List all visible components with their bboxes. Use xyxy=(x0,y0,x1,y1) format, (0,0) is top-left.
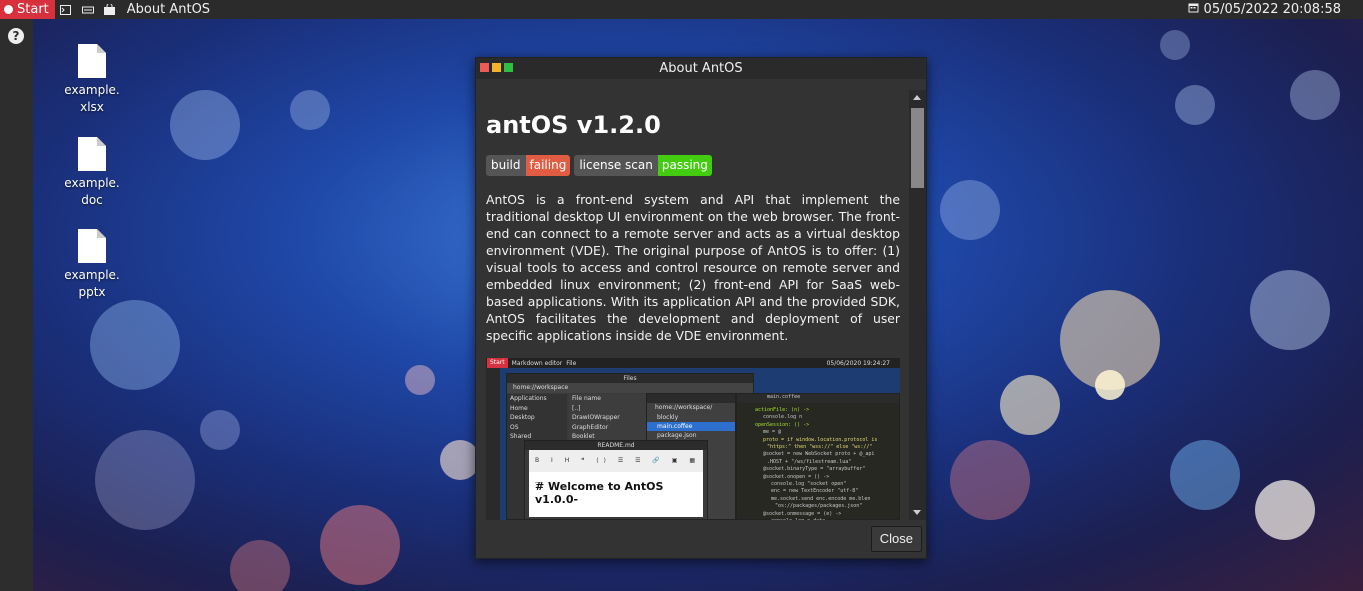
scroll-up-icon[interactable] xyxy=(913,95,921,100)
start-icon xyxy=(4,5,13,14)
preview-file-item: blockly xyxy=(657,414,679,421)
preview-datetime: 05/06/2020 19:24:27 xyxy=(826,359,890,367)
desktop-icon-xlsx[interactable]: example.xlsx xyxy=(57,44,127,116)
preview-md-toolbar: B I H ❝ ⟨⟩ ☰ ☰ 🔗 ▣ ▦ ― xyxy=(529,450,703,486)
screenshot-preview: Start Markdown editor File 05/06/2020 19… xyxy=(486,358,900,520)
close-window-button[interactable] xyxy=(480,63,489,72)
version-heading: antOS v1.2.0 xyxy=(486,111,661,139)
badge-key: build xyxy=(486,155,526,176)
system-clock[interactable]: 05/05/2022 20:08:58 xyxy=(1188,2,1363,17)
preview-editor-tab: main.coffee xyxy=(767,394,801,400)
about-content: antOS v1.2.0 build failing license scan … xyxy=(477,90,909,520)
preview-menu-file: File xyxy=(566,359,577,367)
scroll-thumb[interactable] xyxy=(911,108,924,188)
terminal-icon[interactable] xyxy=(55,0,77,19)
maximize-window-button[interactable] xyxy=(504,63,513,72)
calendar-icon xyxy=(1188,2,1199,17)
file-icon xyxy=(78,229,106,263)
desktop-icon-label: example.xlsx xyxy=(64,83,120,114)
preview-dock xyxy=(486,368,500,520)
desktop-icon-label: example.doc xyxy=(64,176,120,207)
dialog-titlebar[interactable]: About AntOS xyxy=(476,58,926,79)
dialog-scrollbar[interactable] xyxy=(909,90,926,520)
description-text: AntOS is a front-end system and API that… xyxy=(486,192,900,343)
preview-file-item: GraphEditor xyxy=(572,423,609,431)
top-panel: Start About AntOS 05/05/2022 20:08:58 xyxy=(0,0,1363,19)
left-dock: ? xyxy=(0,19,33,591)
dialog-title: About AntOS xyxy=(659,61,743,76)
desktop-icon-doc[interactable]: example.doc xyxy=(57,137,127,209)
preview-files-title: Files xyxy=(507,374,753,383)
close-button[interactable]: Close xyxy=(870,526,922,552)
preview-col-header: File name xyxy=(572,395,601,402)
preview-md-title: README.md xyxy=(525,441,707,450)
preview-file-item: package.json xyxy=(657,432,697,439)
about-dialog: About AntOS antOS v1.2.0 build failing l… xyxy=(475,57,927,559)
help-icon[interactable]: ? xyxy=(8,28,24,44)
badge-value: passing xyxy=(657,155,712,176)
preview-titlebar xyxy=(647,394,735,403)
preview-file-item-selected: main.coffee xyxy=(647,422,735,431)
build-badge[interactable]: build failing xyxy=(486,155,571,176)
preview-sidebar-item: Applications xyxy=(510,395,547,402)
desktop-icon-pptx[interactable]: example.pptx xyxy=(57,229,127,301)
start-label: Start xyxy=(17,2,49,17)
active-app-title[interactable]: About AntOS xyxy=(127,2,210,17)
file-icon xyxy=(78,44,106,78)
license-badge[interactable]: license scan passing xyxy=(574,155,712,176)
scroll-down-icon[interactable] xyxy=(913,510,921,515)
drive-icon[interactable] xyxy=(77,0,99,19)
desktop-icon-label: example.pptx xyxy=(64,268,120,299)
preview-sidebar-item: OS xyxy=(510,423,519,431)
preview-markdown-window: README.md B I H ❝ ⟨⟩ ☰ ☰ 🔗 ▣ ▦ ― # Welco… xyxy=(524,440,708,520)
shopping-bag-icon[interactable] xyxy=(99,0,121,19)
badge-row: build failing license scan passing xyxy=(486,155,712,176)
file-icon xyxy=(78,137,106,171)
preview-file-item: DrawIOWrapper xyxy=(572,414,620,421)
datetime-text: 05/05/2022 20:08:58 xyxy=(1203,2,1341,17)
badge-value: failing xyxy=(525,155,571,176)
preview-editor-tabbar: main.coffee xyxy=(737,394,899,403)
preview-code-editor: main.coffee actionFile: (n) -> console.l… xyxy=(736,393,900,520)
preview-path: home://workspace xyxy=(507,383,753,393)
preview-topbar: Start Markdown editor File 05/06/2020 19… xyxy=(486,358,900,368)
badge-key: license scan xyxy=(574,155,658,176)
start-button[interactable]: Start xyxy=(0,0,55,19)
preview-md-body: # Welcome to AntOS v1.0.0- xyxy=(529,472,703,517)
preview-file-item: [..] xyxy=(572,404,581,412)
preview-sidebar-item: Desktop xyxy=(510,414,535,421)
preview-start: Start xyxy=(487,358,508,368)
preview-sidebar-item: Home xyxy=(510,404,528,412)
minimize-window-button[interactable] xyxy=(492,63,501,72)
preview-menu-app: Markdown editor xyxy=(511,359,563,367)
preview-path-2: home://workspace/ xyxy=(655,404,713,411)
